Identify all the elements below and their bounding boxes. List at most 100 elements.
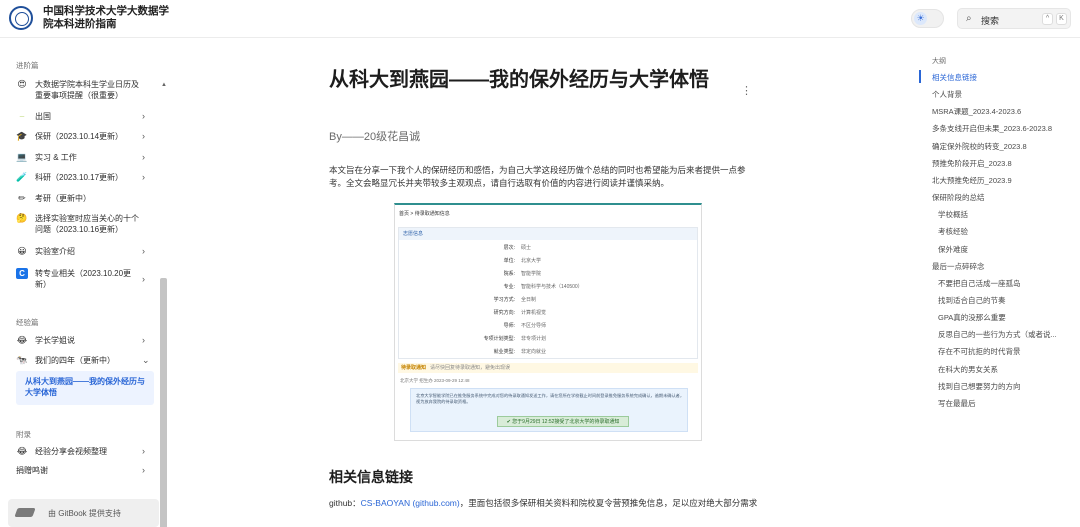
search-label: 搜索 <box>981 16 1000 26</box>
author-byline: By——20级花昌诚 <box>329 131 421 143</box>
toc-item[interactable]: 不要把自己活成一座孤岛 <box>938 279 1021 289</box>
gitbook-icon <box>14 508 36 517</box>
toc-item[interactable]: 北大预推免经历_2023.9 <box>932 176 1012 186</box>
sidebar-item-current-page[interactable]: 从科大到燕园——我的保外经历与大学体悟 <box>16 371 154 405</box>
sidebar-item-calendar[interactable]: 😍 大数据学院本科生学业日历及重要事项提醒（很重要） <box>16 79 154 101</box>
screenshot-row: 院系: 智能学院 <box>503 271 542 277</box>
toc-item[interactable]: 最后一点碎碎念 <box>932 262 985 272</box>
chevron-right-icon: › <box>142 131 145 141</box>
screenshot-panel-title: 志愿信息 <box>399 228 697 240</box>
sidebar-section-advanced: 进阶篇 <box>16 61 39 70</box>
github-prefix: github： <box>329 498 361 508</box>
notice-label: 待录取通知 <box>401 365 427 371</box>
toc-item[interactable]: 保研阶段的总结 <box>932 193 985 203</box>
chevron-right-icon: › <box>142 465 145 475</box>
screenshot-row: 专业: 智能科学与技术（140500） <box>503 284 583 290</box>
gitbook-label: 由 GitBook 提供支持 <box>48 509 121 518</box>
toc-item[interactable]: 确定保外院校的转变_2023.8 <box>932 142 1027 152</box>
toc-item[interactable]: 考核经验 <box>938 227 968 237</box>
notice-accepted-badge: ✔ 您于9月29日 12:52接受了北京大学的待录取通知 <box>497 416 629 427</box>
sidebar-item-lab-questions[interactable]: 🤔 选择实验室时应当关心的十个问题（2023.10.16更新） <box>16 213 154 235</box>
sun-icon: ☀ <box>914 12 927 25</box>
notice-hint: 请尽快回复待录取通知，避免出现误 <box>430 365 511 371</box>
gitbook-badge[interactable]: 由 GitBook 提供支持 <box>8 499 159 527</box>
sidebar-item-label: 转专业相关（2023.10.20更新） <box>35 269 132 289</box>
more-options-icon[interactable]: ⋮ <box>741 84 752 97</box>
search-button[interactable]: ⌕ 搜索 ^ K <box>957 8 1071 29</box>
toc-title: 大纲 <box>932 58 946 65</box>
toc-item[interactable]: MSRA课题_2023.4-2023.6 <box>932 107 1021 117</box>
github-link[interactable]: CS-BAOYAN (github.com) <box>361 498 460 508</box>
sidebar-section-appendix: 附录 <box>16 430 31 439</box>
screenshot-breadcrumb: 首页 > 待录取通知信息 <box>399 211 450 217</box>
section-heading-links: 相关信息链接 <box>329 469 413 485</box>
toc-item[interactable]: 个人背景 <box>932 90 962 100</box>
chevron-right-icon: › <box>142 111 145 121</box>
laptop-icon: 💻 <box>16 152 28 162</box>
line-icon: ⎯ <box>19 111 25 121</box>
sidebar-item-label: 学长学姐说 <box>35 336 75 345</box>
page-title: 从科大到燕园——我的保外经历与大学体悟 <box>329 69 709 91</box>
toc-item[interactable]: 预推免阶段开启_2023.8 <box>932 159 1012 169</box>
screenshot-row: 专项计划类型: 非专项计划 <box>483 336 547 342</box>
screenshot-row: 单位: 北京大学 <box>503 258 542 264</box>
sidebar-item-label: 从科大到燕园——我的保外经历与大学体悟 <box>25 377 145 397</box>
screenshot-row: 导师: 不区分导师 <box>503 323 547 329</box>
search-icon: ⌕ <box>966 13 972 24</box>
sidebar-section-experience: 经验篇 <box>16 318 39 327</box>
toc-item[interactable]: 写在最最后 <box>938 399 976 409</box>
sidebar-item-label: 大数据学院本科生学业日历及重要事项提醒（很重要） <box>35 80 139 100</box>
toc-item[interactable]: 多条支线开启但未果_2023.6-2023.8 <box>932 124 1052 134</box>
site-title[interactable]: 中国科学技术大学大数据学 院本科进阶指南 <box>43 5 173 31</box>
chevron-right-icon: › <box>142 172 145 182</box>
notice-text: 北京大学智能学院已在推免服务系统中完成对您的待录取通知发送工作，请在您所在学校截… <box>416 393 685 404</box>
k-key-hint: K <box>1056 13 1067 25</box>
test-tube-icon: 🧪 <box>16 172 28 182</box>
smile-hearts-icon: 😍 <box>17 79 27 89</box>
github-suffix: ，里面包括很多保研相关资料和院校夏令营预推免信息，足以应对绝大部分需求 <box>459 498 758 508</box>
top-header: 中国科学技术大学大数据学 院本科进阶指南 ☀ ⌕ 搜索 ^ K <box>0 0 1080 38</box>
notice-box: 北京大学智能学院已在推免服务系统中完成对您的待录取通知发送工作，请在您所在学校截… <box>410 388 688 432</box>
chevron-down-icon: ⌄ <box>142 355 150 365</box>
toc-item[interactable]: 保外难度 <box>938 245 968 255</box>
sidebar-item-label: 选择实验室时应当关心的十个问题（2023.10.16更新） <box>35 214 139 234</box>
grin-face-icon: 😀 <box>17 246 27 256</box>
scrollbar-thumb[interactable] <box>160 278 167 527</box>
laughing-face-icon: 😂 <box>16 446 28 456</box>
toc-item[interactable]: 学校概括 <box>938 210 968 220</box>
sidebar-item-label: 实验室介绍 <box>35 247 75 256</box>
sidebar-item-label: 保研（2023.10.14更新） <box>35 132 124 141</box>
toc-item[interactable]: GPA真的没那么重要 <box>938 313 1006 323</box>
sidebar-item-transfer[interactable]: C 转专业相关（2023.10.20更新） › <box>16 268 154 290</box>
university-logo-icon[interactable] <box>9 6 33 30</box>
toc-item[interactable]: 存在不可抗拒的时代背景 <box>938 347 1021 357</box>
sidebar-item-label: 考研（更新中） <box>35 194 91 203</box>
screenshot-row: 就业类型: 非定向就业 <box>493 349 547 355</box>
sidebar-item-label: 实习 & 工作 <box>35 153 77 162</box>
toc-active-indicator <box>919 70 921 83</box>
sidebar-item-label: 捐赠鸣谢 <box>16 466 48 475</box>
site-title-line2: 院本科进阶指南 <box>43 18 117 30</box>
screenshot-row: 研究方向: 计算机视觉 <box>493 310 547 316</box>
admission-screenshot: 首页 > 待录取通知信息 志愿信息 层次: 硕士 单位: 北京大学 院系: 智能学院 … <box>394 203 702 441</box>
ctrl-key-hint: ^ <box>1042 13 1053 25</box>
chevron-right-icon: › <box>142 246 145 256</box>
chevron-right-icon: › <box>142 152 145 162</box>
toc-item[interactable]: 反思自己的一些行为方式（或者说... <box>938 330 1057 340</box>
laughing-face-icon: 😂 <box>16 335 28 345</box>
sidebar-item-label: 经验分享会视频整理 <box>35 447 107 456</box>
graduation-cap-icon: 🎓 <box>16 131 28 141</box>
theme-toggle[interactable]: ☀ <box>911 9 944 28</box>
screenshot-row: 层次: 硕士 <box>503 245 532 251</box>
toc-item[interactable]: 在科大的男女关系 <box>938 365 998 375</box>
toc-item[interactable]: 找到适合自己的节奏 <box>938 296 1006 306</box>
github-paragraph: github：CS-BAOYAN (github.com)，里面包括很多保研相关… <box>329 497 759 509</box>
c-letter-icon: C <box>16 268 28 279</box>
sidebar-item-label: 出国 <box>35 112 51 121</box>
pencil-icon: ✏ <box>18 193 26 203</box>
toc-item[interactable]: 相关信息链接 <box>932 73 977 83</box>
scroll-up-icon[interactable]: ▲ <box>161 82 167 88</box>
thinking-face-icon: 🤔 <box>16 213 28 223</box>
cow-icon: 🐄 <box>16 355 28 365</box>
toc-item[interactable]: 找到自己想要努力的方向 <box>938 382 1021 392</box>
